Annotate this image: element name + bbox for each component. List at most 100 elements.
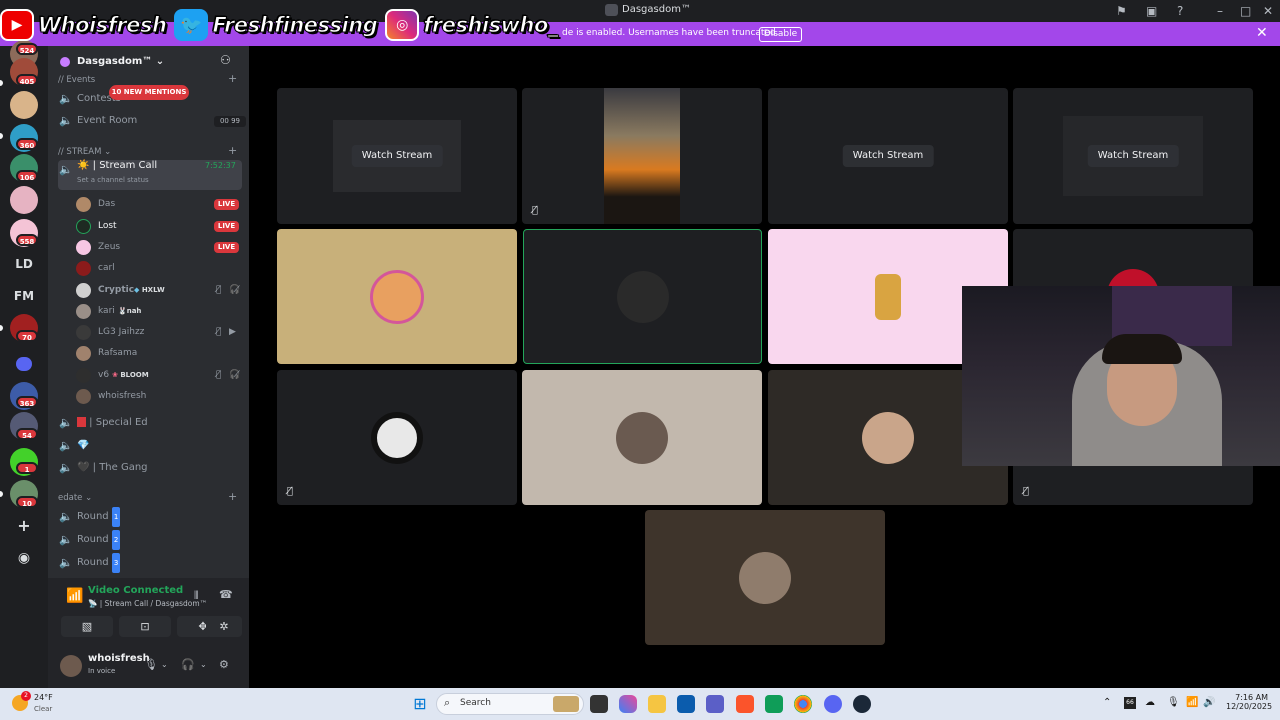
channel-round-2[interactable]: 🔈 Round 2 — [58, 530, 242, 550]
voice-status[interactable]: Video Connected — [88, 585, 183, 596]
stream-tile[interactable]: 🎙̸ — [522, 88, 762, 224]
channel-round-3[interactable]: 🔈 Round 3 — [58, 553, 242, 573]
server-icon[interactable] — [10, 91, 38, 119]
stream-tile[interactable]: Watch Stream — [768, 88, 1008, 224]
search-highlight-icon — [553, 696, 579, 712]
tray-overflow-icon[interactable]: ⌃ — [1103, 697, 1111, 708]
voice-member[interactable]: whoisfresh — [76, 386, 242, 406]
settings-gear-icon[interactable]: ⚙ — [219, 658, 229, 671]
channel-label: Event Room — [77, 115, 138, 126]
file-explorer-icon[interactable] — [648, 695, 666, 713]
close-banner-icon[interactable]: ✕ — [1256, 25, 1268, 41]
server-icon-ld[interactable]: LD — [10, 250, 38, 278]
live-badge: LIVE — [214, 199, 239, 210]
server-icon[interactable] — [10, 186, 38, 214]
tray-cloud-icon[interactable]: ☁ — [1145, 697, 1155, 708]
soundboard-button[interactable]: ✲ — [206, 616, 242, 637]
screen-share-button[interactable]: ⊡ — [119, 616, 171, 637]
help-icon[interactable]: ? — [1177, 3, 1183, 19]
task-view-icon[interactable] — [590, 695, 608, 713]
connection-signal-icon[interactable]: 📶 — [66, 588, 83, 604]
store-icon[interactable] — [677, 695, 695, 713]
server-icon-fm[interactable]: FM — [10, 282, 38, 310]
window-title: Dasgasdom™ — [622, 4, 691, 15]
disable-button[interactable]: Disable — [759, 27, 802, 42]
flag-icon[interactable]: ⚑ — [1116, 3, 1127, 19]
taskbar-search[interactable]: ⌕ Search — [436, 693, 584, 715]
minimize-icon[interactable]: – — [1217, 3, 1223, 19]
participant-tile-speaking[interactable] — [523, 229, 762, 364]
channel-stream-call[interactable]: 🔈 ☀️ | Stream Call 7:52:37 Set a channel… — [58, 160, 242, 190]
watch-stream-button[interactable]: Watch Stream — [1087, 145, 1179, 167]
channel-status-placeholder[interactable]: Set a channel status — [77, 170, 149, 190]
folder-icon[interactable] — [16, 357, 32, 371]
brave-icon[interactable] — [736, 695, 754, 713]
call-timer: 7:52:37 — [205, 161, 236, 170]
instagram-icon: ◎ — [385, 9, 420, 41]
voice-member[interactable]: Lost LIVE — [76, 216, 242, 236]
chrome-icon[interactable] — [794, 695, 812, 713]
voice-location[interactable]: 📡 | Stream Call / Dasgasdom™ — [88, 599, 207, 608]
channel-the-gang[interactable]: 🔈 🖤 | The Gang — [58, 458, 242, 478]
voice-member[interactable]: Cryptic ◆ HXLW 🎙̸ 🎧̸ — [76, 280, 242, 300]
wifi-icon[interactable]: 📶 — [1186, 697, 1198, 708]
chevron-down-icon[interactable]: ⌄ — [161, 660, 168, 669]
steam-icon[interactable] — [853, 695, 871, 713]
voice-member[interactable]: carl — [76, 258, 242, 278]
discord-taskbar-icon[interactable] — [824, 695, 842, 713]
temperature[interactable]: 24°F — [34, 693, 53, 702]
voice-member[interactable]: LG3 Jaihzz 🎙̸ ▶ — [76, 322, 242, 342]
inbox-icon[interactable]: ▣ — [1146, 3, 1157, 19]
channel-event-room[interactable]: 🔈 Event Room 00 99 — [58, 111, 246, 131]
tray-mic-icon[interactable]: 🎙 — [1167, 697, 1180, 708]
voice-member[interactable]: kari 🐰nah — [76, 301, 242, 321]
channel-round-1[interactable]: 🔈 Round 1 — [58, 507, 242, 527]
channel-label: 🖤 | The Gang — [77, 462, 148, 473]
username[interactable]: whoisfresh — [88, 653, 150, 664]
watch-stream-button[interactable]: Watch Stream — [351, 145, 443, 167]
voice-member[interactable]: Rafsama — [76, 343, 242, 363]
speaker-icon: 🔈 — [59, 461, 73, 474]
watch-stream-button[interactable]: Watch Stream — [842, 145, 934, 167]
stream-tile[interactable]: Watch Stream — [1013, 88, 1253, 224]
stream-tile[interactable]: Watch Stream — [277, 88, 517, 224]
avatar[interactable] — [60, 655, 82, 677]
voice-member[interactable]: Das LIVE — [76, 194, 242, 214]
member-name: whoisfresh — [98, 391, 147, 401]
windows-start-icon[interactable]: ⊞ — [411, 695, 429, 713]
add-server-icon[interactable]: + — [10, 512, 38, 540]
headphones-icon[interactable]: 🎧 — [181, 658, 195, 671]
voice-member[interactable]: Zeus LIVE — [76, 237, 242, 257]
maximize-icon[interactable]: □ — [1240, 3, 1251, 19]
noise-suppression-icon[interactable]: ⫴ — [194, 589, 199, 603]
chevron-down-icon[interactable]: ⌄ — [200, 660, 207, 669]
server-rail: 524 405 360 106 558 LD FM 70 363 54 1 10… — [0, 40, 48, 688]
create-channel-icon[interactable]: + — [228, 72, 237, 85]
new-mentions-pill[interactable]: 10 NEW MENTIONS — [109, 85, 189, 100]
create-channel-icon[interactable]: + — [228, 490, 237, 503]
member-name: Cryptic — [98, 285, 135, 295]
voice-member[interactable]: v6 ❀ BLOOM 🎙̸ 🎧̸ — [76, 365, 242, 385]
camera-toggle-button[interactable]: ▧ — [61, 616, 113, 637]
category-edate[interactable]: edate ⌄ — [58, 493, 92, 503]
category-events[interactable]: // Events — [58, 75, 95, 85]
volume-icon[interactable]: 🔊 — [1203, 697, 1215, 708]
participant-tile[interactable] — [645, 510, 885, 645]
channel-gem[interactable]: 🔈 💎 — [58, 436, 242, 456]
participant-tile[interactable] — [277, 229, 517, 364]
close-window-icon[interactable]: ✕ — [1263, 3, 1273, 19]
microphone-icon[interactable]: 🎙 — [144, 658, 158, 671]
disconnect-icon[interactable]: ☎ — [219, 588, 233, 601]
discover-icon[interactable]: ◉ — [10, 544, 38, 572]
channel-special-ed[interactable]: 🔈 | Special Ed — [58, 413, 242, 433]
mic-muted-icon: 🎙̸ — [532, 205, 539, 216]
copilot-icon[interactable] — [619, 695, 637, 713]
participant-tile[interactable] — [522, 370, 762, 505]
system-clock[interactable]: 7:16 AM 12/20/2025 — [1226, 693, 1272, 711]
server-header[interactable]: Dasgasdom™ ⌄ ⚇ — [48, 46, 249, 78]
invite-people-icon[interactable]: ⚇ — [220, 53, 231, 67]
teams-icon[interactable] — [706, 695, 724, 713]
app-icon[interactable] — [765, 695, 783, 713]
participant-tile[interactable]: 🎙̸ — [277, 370, 517, 505]
tray-app-icon[interactable]: 66 — [1124, 697, 1136, 709]
